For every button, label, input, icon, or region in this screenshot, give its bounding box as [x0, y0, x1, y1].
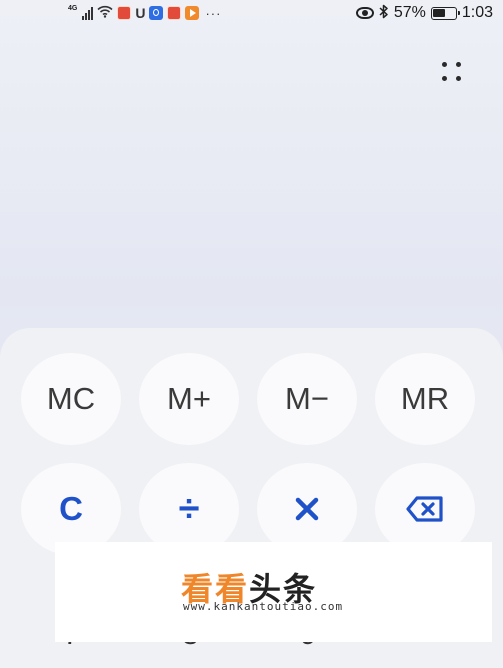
battery-level — [433, 9, 446, 17]
more-dots-icon — [456, 76, 461, 81]
more-notifications-icon: ··· — [205, 5, 222, 21]
memory-recall-button[interactable]: MR — [375, 353, 475, 445]
battery-icon — [430, 6, 460, 20]
bluetooth-icon — [379, 4, 389, 22]
watermark-url: www.kankantoutiao.com — [183, 600, 344, 613]
status-left: 4G U ··· — [68, 5, 221, 22]
clock: 1:03 — [461, 4, 493, 21]
bulb-app-icon — [149, 6, 164, 20]
wifi-icon — [97, 5, 113, 22]
video-app-icon — [185, 6, 200, 20]
cellular-signal-icon — [82, 6, 94, 20]
eye-comfort-icon — [355, 7, 374, 19]
battery-percent: 57% — [393, 4, 426, 21]
multiply-icon — [295, 497, 319, 521]
more-dots-icon — [442, 76, 447, 81]
more-dots-icon — [442, 62, 447, 67]
watermark-banner: 看看头条 www.kankantoutiao.com — [55, 542, 492, 642]
app-notification-icon — [167, 6, 182, 20]
app-notification-icon — [117, 6, 132, 20]
memory-subtract-button[interactable]: M− — [257, 353, 357, 445]
memory-clear-button[interactable]: MC — [21, 353, 121, 445]
status-bar: 4G U ··· 57% 1:03 — [0, 0, 503, 26]
more-dots-icon — [456, 62, 461, 67]
network-type: 4G — [68, 4, 78, 12]
status-right: 57% 1:03 — [355, 4, 493, 22]
u-shield-icon: U — [135, 5, 146, 21]
backspace-icon — [406, 496, 443, 522]
memory-add-button[interactable]: M+ — [139, 353, 239, 445]
more-menu-button[interactable] — [436, 56, 468, 88]
